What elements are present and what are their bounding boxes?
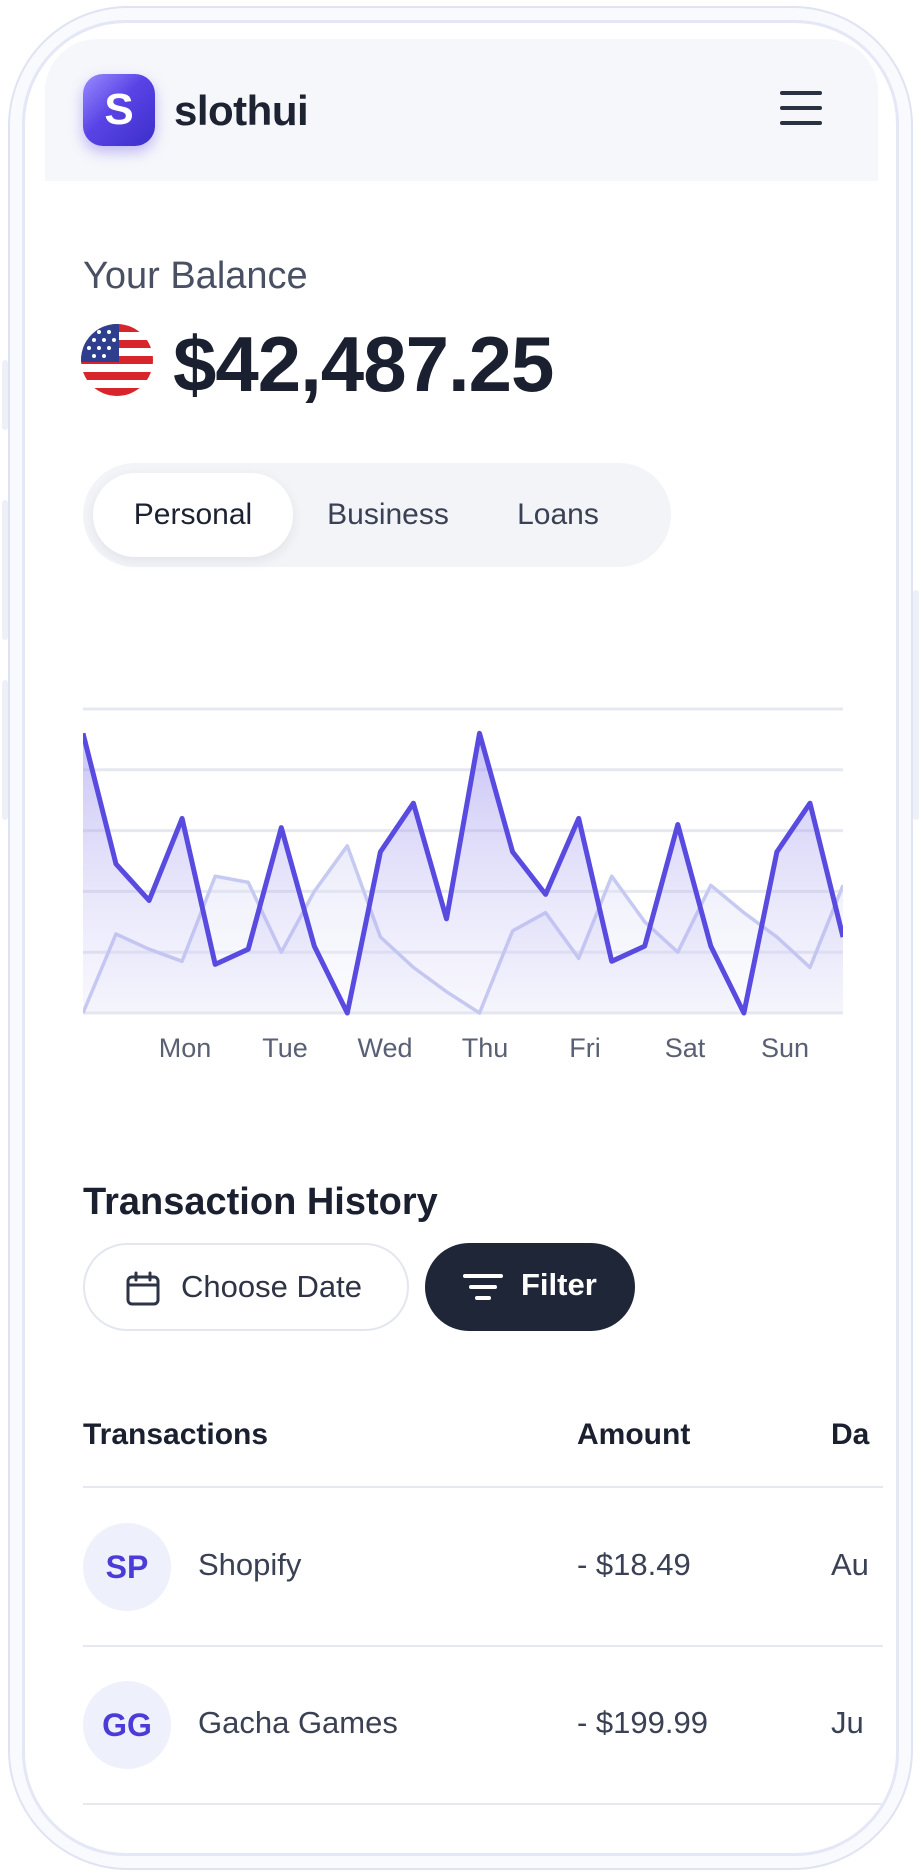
x-tick-label: Sun (760, 1033, 810, 1063)
header-divider (83, 1486, 883, 1488)
x-tick-label: Wed (357, 1033, 413, 1063)
balance-chart (83, 707, 843, 1016)
column-header-date[interactable]: Da (831, 1418, 869, 1452)
side-button (913, 590, 919, 820)
filter-icon (463, 1274, 503, 1300)
hamburger-menu-icon[interactable] (780, 91, 822, 125)
brand-name: slothui (174, 87, 309, 134)
transaction-date: Ju (831, 1705, 864, 1740)
account-tabs: Personal Business Loans (83, 463, 671, 567)
row-divider (83, 1803, 883, 1805)
transaction-history-title: Transaction History (83, 1181, 438, 1223)
x-tick-label: Mon (158, 1033, 212, 1063)
transaction-date: Au (831, 1547, 869, 1582)
x-tick-label: Sat (664, 1033, 706, 1063)
table-row[interactable]: GG Gacha Games - $199.99 Ju (25, 1681, 896, 1811)
logo-icon: S (83, 74, 155, 146)
tab-loans[interactable]: Loans (483, 473, 633, 557)
balance-label: Your Balance (83, 255, 308, 297)
app-header (45, 39, 878, 181)
choose-date-label: Choose Date (181, 1269, 362, 1304)
x-tick-label: Tue (262, 1033, 308, 1063)
choose-date-button[interactable]: Choose Date (83, 1243, 409, 1331)
transaction-name: Gacha Games (198, 1705, 398, 1740)
column-header-transactions[interactable]: Transactions (83, 1418, 268, 1452)
transaction-amount: - $18.49 (577, 1547, 691, 1582)
calendar-icon (126, 1271, 160, 1306)
us-flag-icon (81, 324, 153, 396)
balance-amount: $42,487.25 (173, 320, 554, 408)
transaction-amount: - $199.99 (577, 1705, 708, 1740)
device-screen: S slothui Your Balance $42,487.25 Person… (22, 20, 899, 1856)
column-header-amount[interactable]: Amount (577, 1418, 690, 1452)
filter-button[interactable]: Filter (425, 1243, 635, 1331)
x-tick-label: Fri (569, 1033, 601, 1063)
app-screen: S slothui Your Balance $42,487.25 Person… (25, 23, 896, 1853)
transaction-name: Shopify (198, 1547, 302, 1582)
avatar: SP (83, 1523, 171, 1611)
row-divider (83, 1645, 883, 1647)
filter-label: Filter (521, 1267, 597, 1302)
avatar: GG (83, 1681, 171, 1769)
x-tick-label: Thu (461, 1033, 509, 1063)
tab-business[interactable]: Business (293, 473, 483, 557)
tab-personal[interactable]: Personal (93, 473, 293, 557)
table-row[interactable]: SP Shopify - $18.49 Au (25, 1523, 896, 1653)
